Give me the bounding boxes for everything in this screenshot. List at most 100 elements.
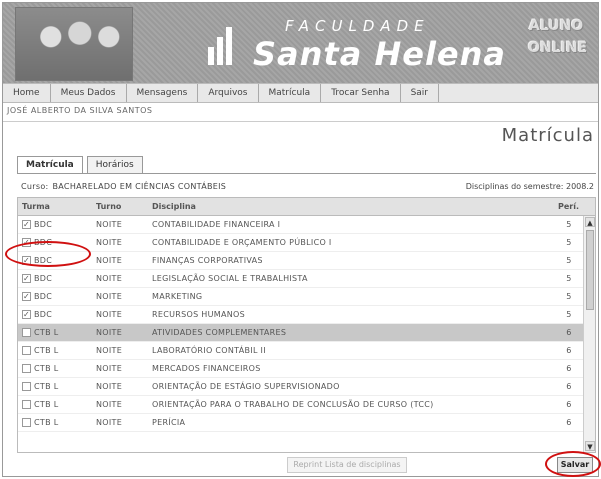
cell-turno: NOITE [96, 346, 123, 355]
nav-arquivos[interactable]: Arquivos [198, 84, 259, 102]
cell-disciplina: ATIVIDADES COMPLEMENTARES [152, 328, 287, 337]
table-row[interactable]: ✓ BDC NOITE FINANÇAS CORPORATIVAS 5 [18, 252, 595, 270]
tab-horarios[interactable]: Horários [86, 156, 143, 174]
header-turma[interactable]: Turma [18, 198, 92, 215]
cell-turno: NOITE [96, 328, 123, 337]
cell-turno: NOITE [96, 292, 123, 301]
semester-label: Disciplinas do semestre: [465, 182, 564, 191]
cell-turma: ✓ BDC [18, 288, 92, 305]
row-checkbox[interactable]: ✓ [22, 274, 31, 283]
cell-disciplina: LEGISLAÇÃO SOCIAL E TRABALHISTA [152, 274, 308, 283]
cell-disciplina: MERCADOS FINANCEIROS [152, 364, 261, 373]
turma-text: BDC [34, 273, 53, 283]
save-button[interactable]: Salvar [557, 457, 593, 473]
main-nav: Home Meus Dados Mensagens Arquivos Matrí… [3, 83, 598, 103]
cell-turma: CTB L [18, 414, 92, 431]
table-row[interactable]: ✓ BDC NOITE CONTABILIDADE FINANCEIRA I 5 [18, 216, 595, 234]
cell-periodo: 6 [566, 400, 572, 409]
turma-text: BDC [34, 255, 53, 265]
table-row[interactable]: CTB L NOITE ORIENTAÇÃO DE ESTÁGIO SUPERVIS… [18, 378, 595, 396]
row-checkbox[interactable] [22, 328, 31, 337]
cell-turma: CTB L [18, 378, 92, 395]
cell-disciplina: CONTABILIDADE E ORÇAMENTO PÚBLICO I [152, 238, 332, 247]
cell-periodo: 6 [566, 364, 572, 373]
row-checkbox[interactable] [22, 364, 31, 373]
aluno-online-logo: ALUNO ONLINE [528, 15, 588, 65]
row-checkbox[interactable]: ✓ [22, 310, 31, 319]
row-checkbox[interactable] [22, 382, 31, 391]
cell-turno: NOITE [96, 364, 123, 373]
turma-text: BDC [34, 291, 53, 301]
badge-line-2: ONLINE [528, 40, 588, 56]
row-checkbox[interactable] [22, 346, 31, 355]
row-checkbox[interactable] [22, 418, 31, 427]
turma-text: CTB L [34, 399, 59, 409]
tab-matricula[interactable]: Matrícula [17, 156, 83, 174]
cell-turno: NOITE [96, 274, 123, 283]
row-checkbox[interactable] [22, 400, 31, 409]
turma-text: CTB L [34, 417, 59, 427]
cell-turno: NOITE [96, 382, 123, 391]
nav-home[interactable]: Home [3, 84, 51, 102]
tab-bar: Matrícula Horários [17, 156, 147, 174]
table-row[interactable]: CTB L NOITE PERÍCIA 6 [18, 414, 595, 432]
course-info: Curso: BACHARELADO EM CIÊNCIAS CONTÁBEIS [21, 182, 226, 191]
app-window: FACULDADE Santa Helena ALUNO ONLINE Home… [2, 2, 601, 477]
cell-periodo: 6 [566, 382, 572, 391]
table-row[interactable]: ✓ BDC NOITE MARKETING 5 [18, 288, 595, 306]
turma-text: BDC [34, 219, 53, 229]
user-name: JOSÉ ALBERTO DA SILVA SANTOS [7, 106, 153, 115]
cell-turno: NOITE [96, 310, 123, 319]
cell-disciplina: MARKETING [152, 292, 203, 301]
cell-periodo: 6 [566, 418, 572, 427]
scroll-down-icon[interactable]: ▼ [585, 441, 595, 451]
header-disciplina[interactable]: Disciplina [148, 198, 554, 215]
nav-matricula[interactable]: Matrícula [259, 84, 322, 102]
table-row[interactable]: CTB L NOITE MERCADOS FINANCEIROS 6 [18, 360, 595, 378]
cell-disciplina: ORIENTAÇÃO DE ESTÁGIO SUPERVISIONADO [152, 382, 340, 391]
cell-disciplina: ORIENTAÇÃO PARA O TRABALHO DE CONCLUSÃO … [152, 400, 434, 409]
row-checkbox[interactable]: ✓ [22, 238, 31, 247]
row-checkbox[interactable]: ✓ [22, 220, 31, 229]
table-row[interactable]: ✓ BDC NOITE LEGISLAÇÃO SOCIAL E TRABALHISTA… [18, 270, 595, 288]
nav-trocar-senha[interactable]: Trocar Senha [321, 84, 401, 102]
nav-meus-dados[interactable]: Meus Dados [51, 84, 127, 102]
reprint-list-button[interactable]: Reprint Lista de disciplinas [287, 457, 407, 473]
scroll-up-icon[interactable]: ▲ [585, 217, 595, 227]
cell-disciplina: FINANÇAS CORPORATIVAS [152, 256, 263, 265]
table-row[interactable]: ✓ BDC NOITE RECURSOS HUMANOS 5 [18, 306, 595, 324]
turma-text: CTB L [34, 327, 59, 337]
cell-turno: NOITE [96, 400, 123, 409]
cell-turno: NOITE [96, 418, 123, 427]
table-row[interactable]: CTB L NOITE LABORATÓRIO CONTÁBIL II 6 [18, 342, 595, 360]
table-row[interactable]: CTB L NOITE ORIENTAÇÃO PARA O TRABALHO DE … [18, 396, 595, 414]
turma-text: BDC [34, 309, 53, 319]
turma-text: CTB L [34, 345, 59, 355]
students-photo [15, 7, 133, 81]
row-checkbox[interactable]: ✓ [22, 292, 31, 301]
row-checkbox[interactable]: ✓ [22, 256, 31, 265]
tab-divider [17, 173, 596, 174]
nav-mensagens[interactable]: Mensagens [127, 84, 199, 102]
table-scrollbar[interactable]: ▲ ▼ [583, 216, 595, 452]
cell-disciplina: PERÍCIA [152, 418, 186, 427]
semester-info: Disciplinas do semestre: 2008.2 [466, 182, 594, 191]
site-header: FACULDADE Santa Helena ALUNO ONLINE [3, 3, 598, 83]
cell-periodo: 5 [566, 220, 572, 229]
cell-disciplina: CONTABILIDADE FINANCEIRA I [152, 220, 281, 229]
table-body: ✓ BDC NOITE CONTABILIDADE FINANCEIRA I 5 ✓ BDC… [18, 216, 595, 432]
header-periodo[interactable]: Perí. [554, 198, 584, 215]
scroll-thumb[interactable] [586, 230, 594, 310]
cell-disciplina: LABORATÓRIO CONTÁBIL II [152, 346, 266, 355]
turma-text: BDC [34, 237, 53, 247]
cell-periodo: 5 [566, 256, 572, 265]
table-row[interactable]: ✓ BDC NOITE CONTABILIDADE E ORÇAMENTO PÚBLI… [18, 234, 595, 252]
disciplines-table: Turma Turno Disciplina Perí. ✓ BDC NOITE CO… [17, 197, 596, 453]
badge-line-1: ALUNO [528, 18, 584, 34]
table-row[interactable]: CTB L NOITE ATIVIDADES COMPLEMENTARES 6 [18, 324, 595, 342]
cell-periodo: 6 [566, 346, 572, 355]
cell-turma: ✓ BDC [18, 270, 92, 287]
header-turno[interactable]: Turno [92, 198, 148, 215]
cell-turma: ✓ BDC [18, 216, 92, 233]
nav-sair[interactable]: Sair [401, 84, 440, 102]
